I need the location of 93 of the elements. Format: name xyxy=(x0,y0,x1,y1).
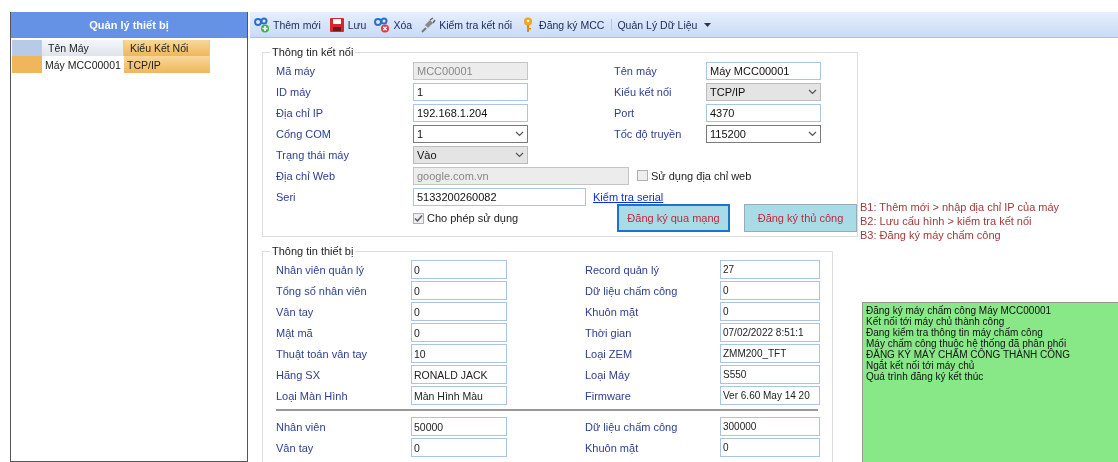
input-field[interactable]: 0 xyxy=(720,281,820,300)
input-field[interactable]: 10 xyxy=(411,344,507,363)
group-title: Thông tin thiết bị xyxy=(271,245,355,257)
input-field[interactable]: Ver 6.60 May 14 20 xyxy=(720,386,820,405)
group-title: Thông tin kết nối xyxy=(271,46,355,58)
grid-corner xyxy=(12,40,42,56)
toolbar-button[interactable]: Xóa xyxy=(373,16,414,33)
dropdown-field[interactable]: 1 xyxy=(413,124,528,143)
input-field[interactable]: 0 xyxy=(411,281,507,300)
caret-icon xyxy=(704,22,712,27)
field-label: Thời gian xyxy=(585,326,633,339)
input-field[interactable]: Màn Hình Màu xyxy=(411,386,507,405)
input-field[interactable]: 300000 xyxy=(720,417,820,436)
input-field[interactable]: RONALD JACK xyxy=(411,365,507,384)
field-label: Mật mã xyxy=(276,326,314,339)
field-label: Record quản lý xyxy=(585,263,660,276)
dropdown-field[interactable]: 115200 xyxy=(706,124,821,143)
input-field[interactable]: 1 xyxy=(413,82,528,101)
field-label: Nhân viên quản lý xyxy=(276,263,366,276)
log-line: Kết nối tới máy chủ thành công xyxy=(866,316,1005,327)
data-menu-button[interactable]: Quản Lý Dữ Liệu xyxy=(611,18,713,31)
input-field[interactable]: 0 xyxy=(411,323,507,342)
chevron-icon xyxy=(808,130,817,137)
input-field[interactable]: 4370 xyxy=(706,103,821,122)
log-line: Đăng ký máy chấm công Máy MCC00001 xyxy=(866,305,1053,316)
checkbox-label: Cho phép sử dụng xyxy=(427,212,519,224)
field-label: Địa chỉ IP xyxy=(276,106,325,119)
log-line: ĐĂNG KÝ MÁY CHẤM CÔNG THÀNH CÔNG xyxy=(866,349,1072,360)
chevron-icon xyxy=(515,151,524,158)
input-field[interactable]: 0 xyxy=(720,302,820,321)
input-field[interactable]: 07/02/2022 8:51:1 xyxy=(720,323,820,342)
field-label: Tổng số nhân viên xyxy=(276,284,368,297)
column-header[interactable]: Tên Máy xyxy=(42,40,124,56)
table-cell: TCP/IP xyxy=(124,56,210,73)
input-field[interactable]: 192.168.1.204 xyxy=(413,103,528,122)
field-label: Dữ liệu chấm công xyxy=(585,420,679,433)
serial-check-link[interactable]: Kiểm tra serial xyxy=(593,190,664,203)
field-label: Loại Máy xyxy=(585,368,631,381)
input-field[interactable]: 50000 xyxy=(411,417,507,436)
field-label: Thuật toán vân tay xyxy=(276,347,369,360)
register-button[interactable]: Đăng ký qua mạng xyxy=(617,204,730,232)
field-label: Nhân viên xyxy=(276,420,327,433)
row-indicator[interactable] xyxy=(12,56,42,73)
toolbar-button[interactable]: Kiểm tra kết nối xyxy=(419,16,514,33)
input-field[interactable]: 0 xyxy=(411,302,507,321)
log-line: Quá trình đăng ký kết thúc xyxy=(866,371,985,382)
field-label: Loại ZEM xyxy=(585,347,634,360)
toolbar-button[interactable]: Thêm mới xyxy=(253,16,322,33)
input-field[interactable]: S550 xyxy=(720,365,820,384)
field-label: Loại Màn Hình xyxy=(276,389,349,402)
input-field[interactable]: 0 xyxy=(720,438,820,457)
field-label: Cổng COM xyxy=(276,127,333,140)
toolbar-button[interactable]: Đăng ký MCC xyxy=(519,16,606,33)
register-button[interactable]: Đăng ký thủ công xyxy=(744,204,857,232)
chevron-icon xyxy=(515,130,524,137)
instruction-text: B1: Thêm mới > nhập địa chỉ IP của máy xyxy=(860,200,1061,214)
field-label: ID máy xyxy=(276,85,312,98)
instruction-text: B3: Đăng ký máy chấm công xyxy=(860,228,1002,242)
input-field[interactable]: ZMM200_TFT xyxy=(720,344,820,363)
plug-icon xyxy=(420,16,437,33)
field-label: Firmware xyxy=(585,389,632,402)
field-label: Hãng SX xyxy=(276,368,322,381)
column-header[interactable]: Kiểu Kết Nối xyxy=(124,40,210,56)
field-label: Địa chỉ Web xyxy=(276,169,337,182)
input-field[interactable]: 5133200260082 xyxy=(413,187,586,206)
input-field[interactable]: 0 xyxy=(411,260,507,279)
field-label: Vân tay xyxy=(276,441,315,454)
field-label: Tốc độ truyền xyxy=(614,127,683,140)
input-field[interactable]: 27 xyxy=(720,260,820,279)
field-label: Kiểu kết nối xyxy=(614,85,673,98)
field-label: Port xyxy=(614,106,636,119)
linked-circles-plus-icon xyxy=(254,16,270,33)
instruction-text: B2: Lưu cấu hình > kiểm tra kết nối xyxy=(860,214,1033,228)
log-line: Ngắt kết nối tới máy chủ xyxy=(866,360,975,371)
field-label: Khuôn mặt xyxy=(585,441,640,454)
toolbar-button[interactable]: Lưu xyxy=(327,16,368,33)
log-line: Máy chấm công thuộc hệ thống đã phân phối xyxy=(866,338,1067,349)
panel-title: Quản lý thiết bị xyxy=(11,12,247,38)
field-label: Mã máy xyxy=(276,64,317,77)
field-label: Trạng thái máy xyxy=(276,148,350,161)
field-label: Dữ liệu chấm công xyxy=(585,284,679,297)
checkbox-label: Sử dụng địa chỉ web xyxy=(651,169,752,182)
linked-circles-x-icon xyxy=(374,16,391,33)
field-label: Khuôn mặt xyxy=(585,305,640,318)
checkbox[interactable] xyxy=(413,212,424,224)
chevron-icon xyxy=(808,88,817,95)
field-label: Tên máy xyxy=(614,64,658,77)
field-label: Seri xyxy=(276,190,297,203)
input-field[interactable]: 0 xyxy=(411,438,507,457)
input-field[interactable]: Máy MCC00001 xyxy=(706,61,821,80)
checkbox[interactable] xyxy=(637,170,648,181)
log-line: Đang kiểm tra thông tin máy chấm công xyxy=(866,327,1043,338)
field-label: Vân tay xyxy=(276,305,315,318)
